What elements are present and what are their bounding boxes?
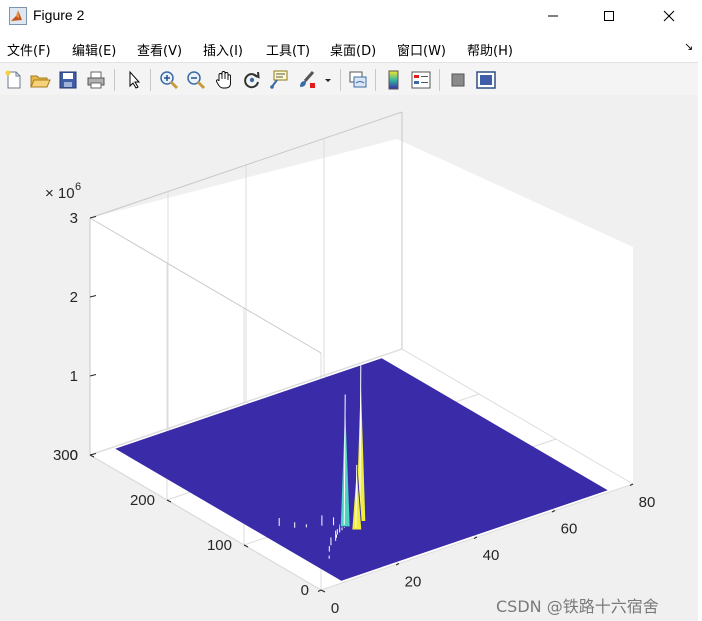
toolbar-separator (150, 69, 151, 91)
title-bar: Figure 2 (0, 0, 702, 32)
link-plot-icon (349, 71, 367, 88)
new-figure-icon (5, 70, 21, 89)
hide-plot-tools-button[interactable] (447, 69, 469, 91)
matlab-icon (9, 7, 27, 25)
open-file-button[interactable] (29, 69, 51, 91)
show-plot-tools-icon (476, 71, 496, 89)
menu-edit[interactable]: 编辑(E) (72, 40, 116, 59)
rotate-3d-icon (244, 71, 260, 89)
pointer-icon (129, 70, 141, 89)
y-tick-label: 300 (53, 447, 78, 464)
y-tick-label: 0 (301, 582, 309, 599)
new-figure-button[interactable] (3, 69, 25, 91)
y-tick (320, 589, 326, 593)
maximize-button[interactable] (586, 0, 632, 32)
toolbar-separator (114, 69, 115, 91)
x-tick-label: 0 (331, 600, 339, 617)
menu-help[interactable]: 帮助(H) (467, 40, 513, 59)
minimize-icon (548, 15, 558, 17)
z-tick-labels: 0123 (70, 210, 78, 464)
brush-icon (300, 71, 315, 88)
brush-button[interactable] (296, 69, 318, 91)
z-tick-label: 2 (70, 289, 78, 306)
z-exponent-base: × 10 (45, 185, 75, 202)
pointer-button[interactable] (123, 69, 145, 91)
x-tick-label: 20 (405, 574, 422, 591)
menu-file[interactable]: 文件(F) (7, 40, 51, 59)
menu-window[interactable]: 窗口(W) (397, 40, 446, 59)
link-plot-button[interactable] (347, 69, 369, 91)
menu-insert[interactable]: 插入(I) (203, 40, 243, 59)
figure-toolbar (0, 62, 698, 96)
zoom-in-button[interactable] (158, 69, 180, 91)
brush-dropdown-button[interactable] (322, 69, 334, 91)
menu-view[interactable]: 查看(V) (137, 40, 182, 59)
toolbar-separator (439, 69, 440, 91)
open-file-icon (30, 75, 51, 88)
toolbar-separator (340, 69, 341, 91)
z-tick-label: 1 (70, 368, 78, 385)
hide-plot-tools-icon (451, 73, 465, 87)
menu-tools[interactable]: 工具(T) (266, 40, 310, 59)
minimize-button[interactable] (530, 0, 576, 32)
maximize-icon (604, 11, 614, 21)
save-button[interactable] (57, 69, 79, 91)
save-icon (59, 71, 77, 89)
x-tick (317, 589, 322, 592)
pan-hand-icon (215, 71, 231, 89)
data-cursor-icon (270, 70, 288, 89)
menu-bar: 文件(F) 编辑(E) 查看(V) 插入(I) 工具(T) 桌面(D) 窗口(W… (0, 32, 702, 62)
close-icon (663, 10, 675, 22)
window-title: Figure 2 (33, 7, 85, 23)
watermark-text: CSDN @铁路十六宿舍 (496, 597, 659, 616)
y-tick-label: 200 (130, 492, 155, 509)
colorbar-button[interactable] (383, 69, 405, 91)
x-tick-label: 80 (639, 494, 656, 511)
y-tick-label: 100 (207, 537, 232, 554)
zoom-out-icon (187, 71, 206, 90)
rotate-3d-button[interactable] (241, 69, 263, 91)
data-cursor-button[interactable] (268, 69, 290, 91)
chevron-down-icon (325, 79, 331, 82)
close-button[interactable] (646, 0, 692, 32)
print-icon (87, 71, 105, 89)
z-exponent-power: 6 (75, 181, 81, 193)
x-tick-label: 60 (561, 521, 578, 538)
x-tick-label: 40 (483, 547, 500, 564)
z-tick-label: 3 (70, 210, 78, 227)
show-plot-tools-button[interactable] (475, 69, 497, 91)
surface-plot[interactable]: 0123 020406080 0100200300 × 10 6 (0, 95, 698, 621)
toolbar-separator (375, 69, 376, 91)
window-right-border (698, 62, 702, 621)
legend-icon (411, 71, 431, 89)
legend-button[interactable] (410, 69, 432, 91)
colorbar-icon (388, 70, 399, 90)
dock-arrow-icon[interactable]: ↘ (684, 40, 693, 53)
zoom-in-icon (160, 71, 179, 90)
zoom-out-button[interactable] (185, 69, 207, 91)
print-button[interactable] (85, 69, 107, 91)
menu-desktop[interactable]: 桌面(D) (330, 40, 376, 59)
pan-button[interactable] (213, 69, 235, 91)
